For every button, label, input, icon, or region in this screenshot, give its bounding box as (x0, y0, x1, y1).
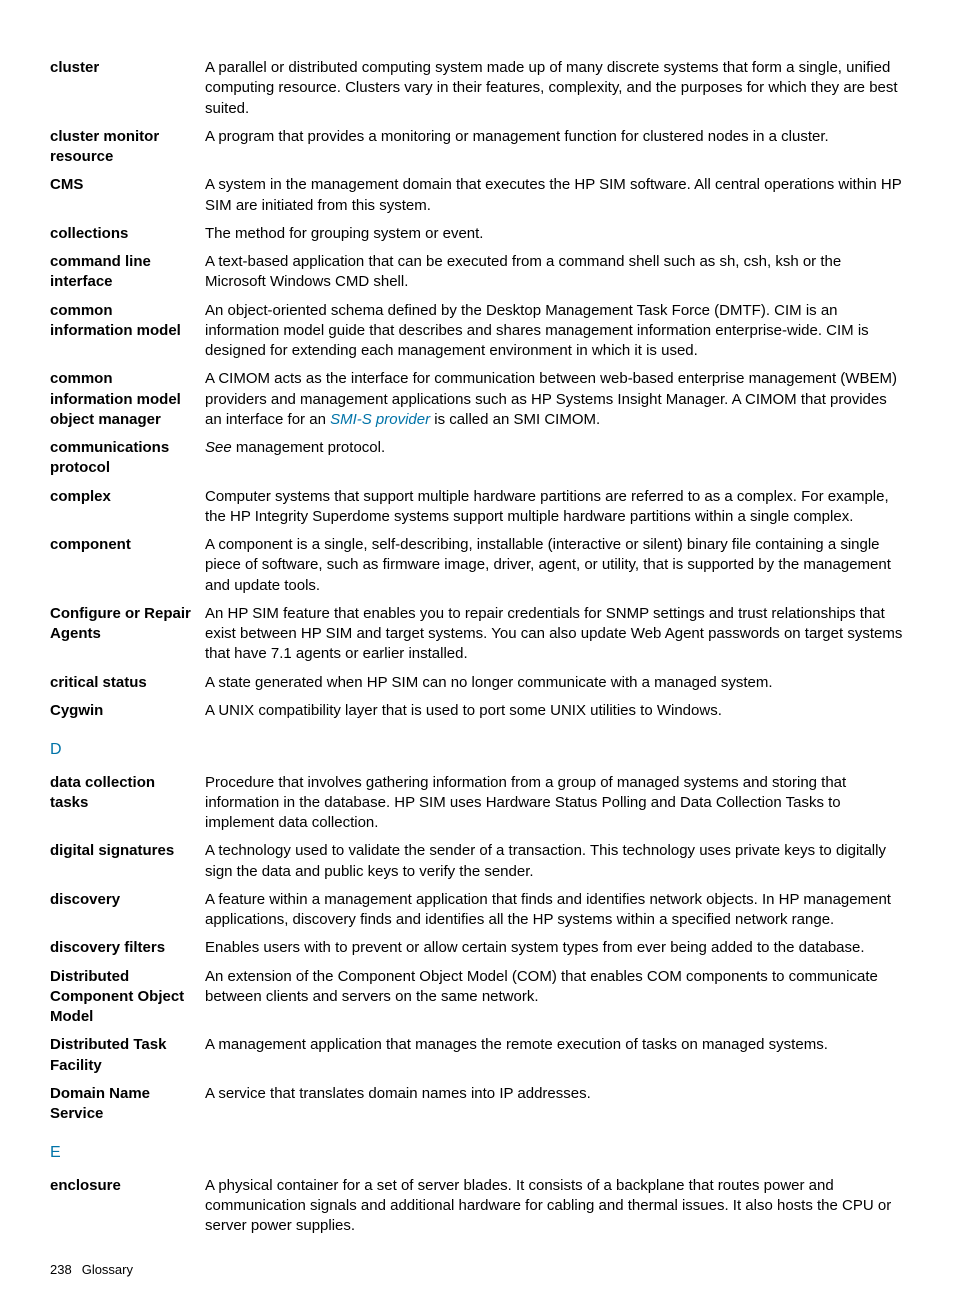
glossary-link[interactable]: SMI-S provider (330, 411, 430, 428)
glossary-definition: A text-based application that can be exe… (205, 252, 904, 293)
glossary-entry: common information modelAn object-orient… (50, 301, 904, 362)
glossary-definition: An object-oriented schema defined by the… (205, 301, 904, 362)
glossary-term: command line interface (50, 252, 205, 293)
glossary-entry: common information model object managerA… (50, 369, 904, 430)
glossary-entry: data collection tasksProcedure that invo… (50, 773, 904, 834)
glossary-definition: A system in the management domain that e… (205, 175, 904, 216)
glossary-term: common information model (50, 301, 205, 362)
glossary-term: Domain Name Service (50, 1084, 205, 1125)
page-footer: 238 Glossary (50, 1261, 904, 1279)
glossary-definition: An HP SIM feature that enables you to re… (205, 604, 904, 665)
glossary-term: data collection tasks (50, 773, 205, 834)
glossary-term: Configure or Repair Agents (50, 604, 205, 665)
glossary-term: discovery (50, 890, 205, 931)
page-number: 238 (50, 1262, 72, 1277)
glossary-definition: A component is a single, self-describing… (205, 535, 904, 596)
glossary-definition: A management application that manages th… (205, 1035, 904, 1076)
glossary-entry: discovery filtersEnables users with to p… (50, 938, 904, 958)
glossary-term: cluster monitor resource (50, 127, 205, 168)
glossary-definition: A technology used to validate the sender… (205, 841, 904, 882)
glossary-term: CMS (50, 175, 205, 216)
glossary-entry: componentA component is a single, self-d… (50, 535, 904, 596)
glossary-entry: CygwinA UNIX compatibility layer that is… (50, 701, 904, 721)
glossary-entry: digital signaturesA technology used to v… (50, 841, 904, 882)
glossary-definition: A program that provides a monitoring or … (205, 127, 904, 168)
glossary-entry: clusterA parallel or distributed computi… (50, 58, 904, 119)
glossary-entry: cluster monitor resourceA program that p… (50, 127, 904, 168)
glossary-definition: A state generated when HP SIM can no lon… (205, 673, 904, 693)
glossary-entry: complexComputer systems that support mul… (50, 487, 904, 528)
glossary-entry: Distributed Task FacilityA management ap… (50, 1035, 904, 1076)
glossary-term: common information model object manager (50, 369, 205, 430)
glossary-term: digital signatures (50, 841, 205, 882)
glossary-term: cluster (50, 58, 205, 119)
glossary-term: collections (50, 224, 205, 244)
glossary-definition: A UNIX compatibility layer that is used … (205, 701, 904, 721)
page-label: Glossary (82, 1262, 133, 1277)
glossary-entry: Configure or Repair AgentsAn HP SIM feat… (50, 604, 904, 665)
glossary-definition: A CIMOM acts as the interface for commun… (205, 369, 904, 430)
glossary-entry: enclosureA physical container for a set … (50, 1176, 904, 1237)
glossary-term: Distributed Component Object Model (50, 967, 205, 1028)
glossary-entry: CMSA system in the management domain tha… (50, 175, 904, 216)
glossary-term: complex (50, 487, 205, 528)
glossary-entry: collectionsThe method for grouping syste… (50, 224, 904, 244)
glossary-entry: discoveryA feature within a management a… (50, 890, 904, 931)
glossary-entry: command line interfaceA text-based appli… (50, 252, 904, 293)
glossary-entry: Distributed Component Object ModelAn ext… (50, 967, 904, 1028)
glossary-term: Distributed Task Facility (50, 1035, 205, 1076)
glossary-definition: A service that translates domain names i… (205, 1084, 904, 1125)
glossary-term: discovery filters (50, 938, 205, 958)
glossary-term: enclosure (50, 1176, 205, 1237)
glossary-term: Cygwin (50, 701, 205, 721)
glossary-entry: communications protocolSee management pr… (50, 438, 904, 479)
glossary-definition: A parallel or distributed computing syst… (205, 58, 904, 119)
glossary-definition: Enables users with to prevent or allow c… (205, 938, 904, 958)
glossary-entry: Domain Name ServiceA service that transl… (50, 1084, 904, 1125)
glossary-definition: A feature within a management applicatio… (205, 890, 904, 931)
glossary-entry: critical statusA state generated when HP… (50, 673, 904, 693)
glossary-definition: A physical container for a set of server… (205, 1176, 904, 1237)
glossary-definition: An extension of the Component Object Mod… (205, 967, 904, 1028)
see-reference: See (205, 439, 232, 456)
section-header-e: E (50, 1142, 904, 1164)
glossary-definition: See management protocol. (205, 438, 904, 479)
glossary-term: component (50, 535, 205, 596)
glossary-definition: Procedure that involves gathering inform… (205, 773, 904, 834)
glossary-definition: The method for grouping system or event. (205, 224, 904, 244)
glossary-definition: Computer systems that support multiple h… (205, 487, 904, 528)
glossary-term: communications protocol (50, 438, 205, 479)
section-header-d: D (50, 739, 904, 761)
glossary-term: critical status (50, 673, 205, 693)
